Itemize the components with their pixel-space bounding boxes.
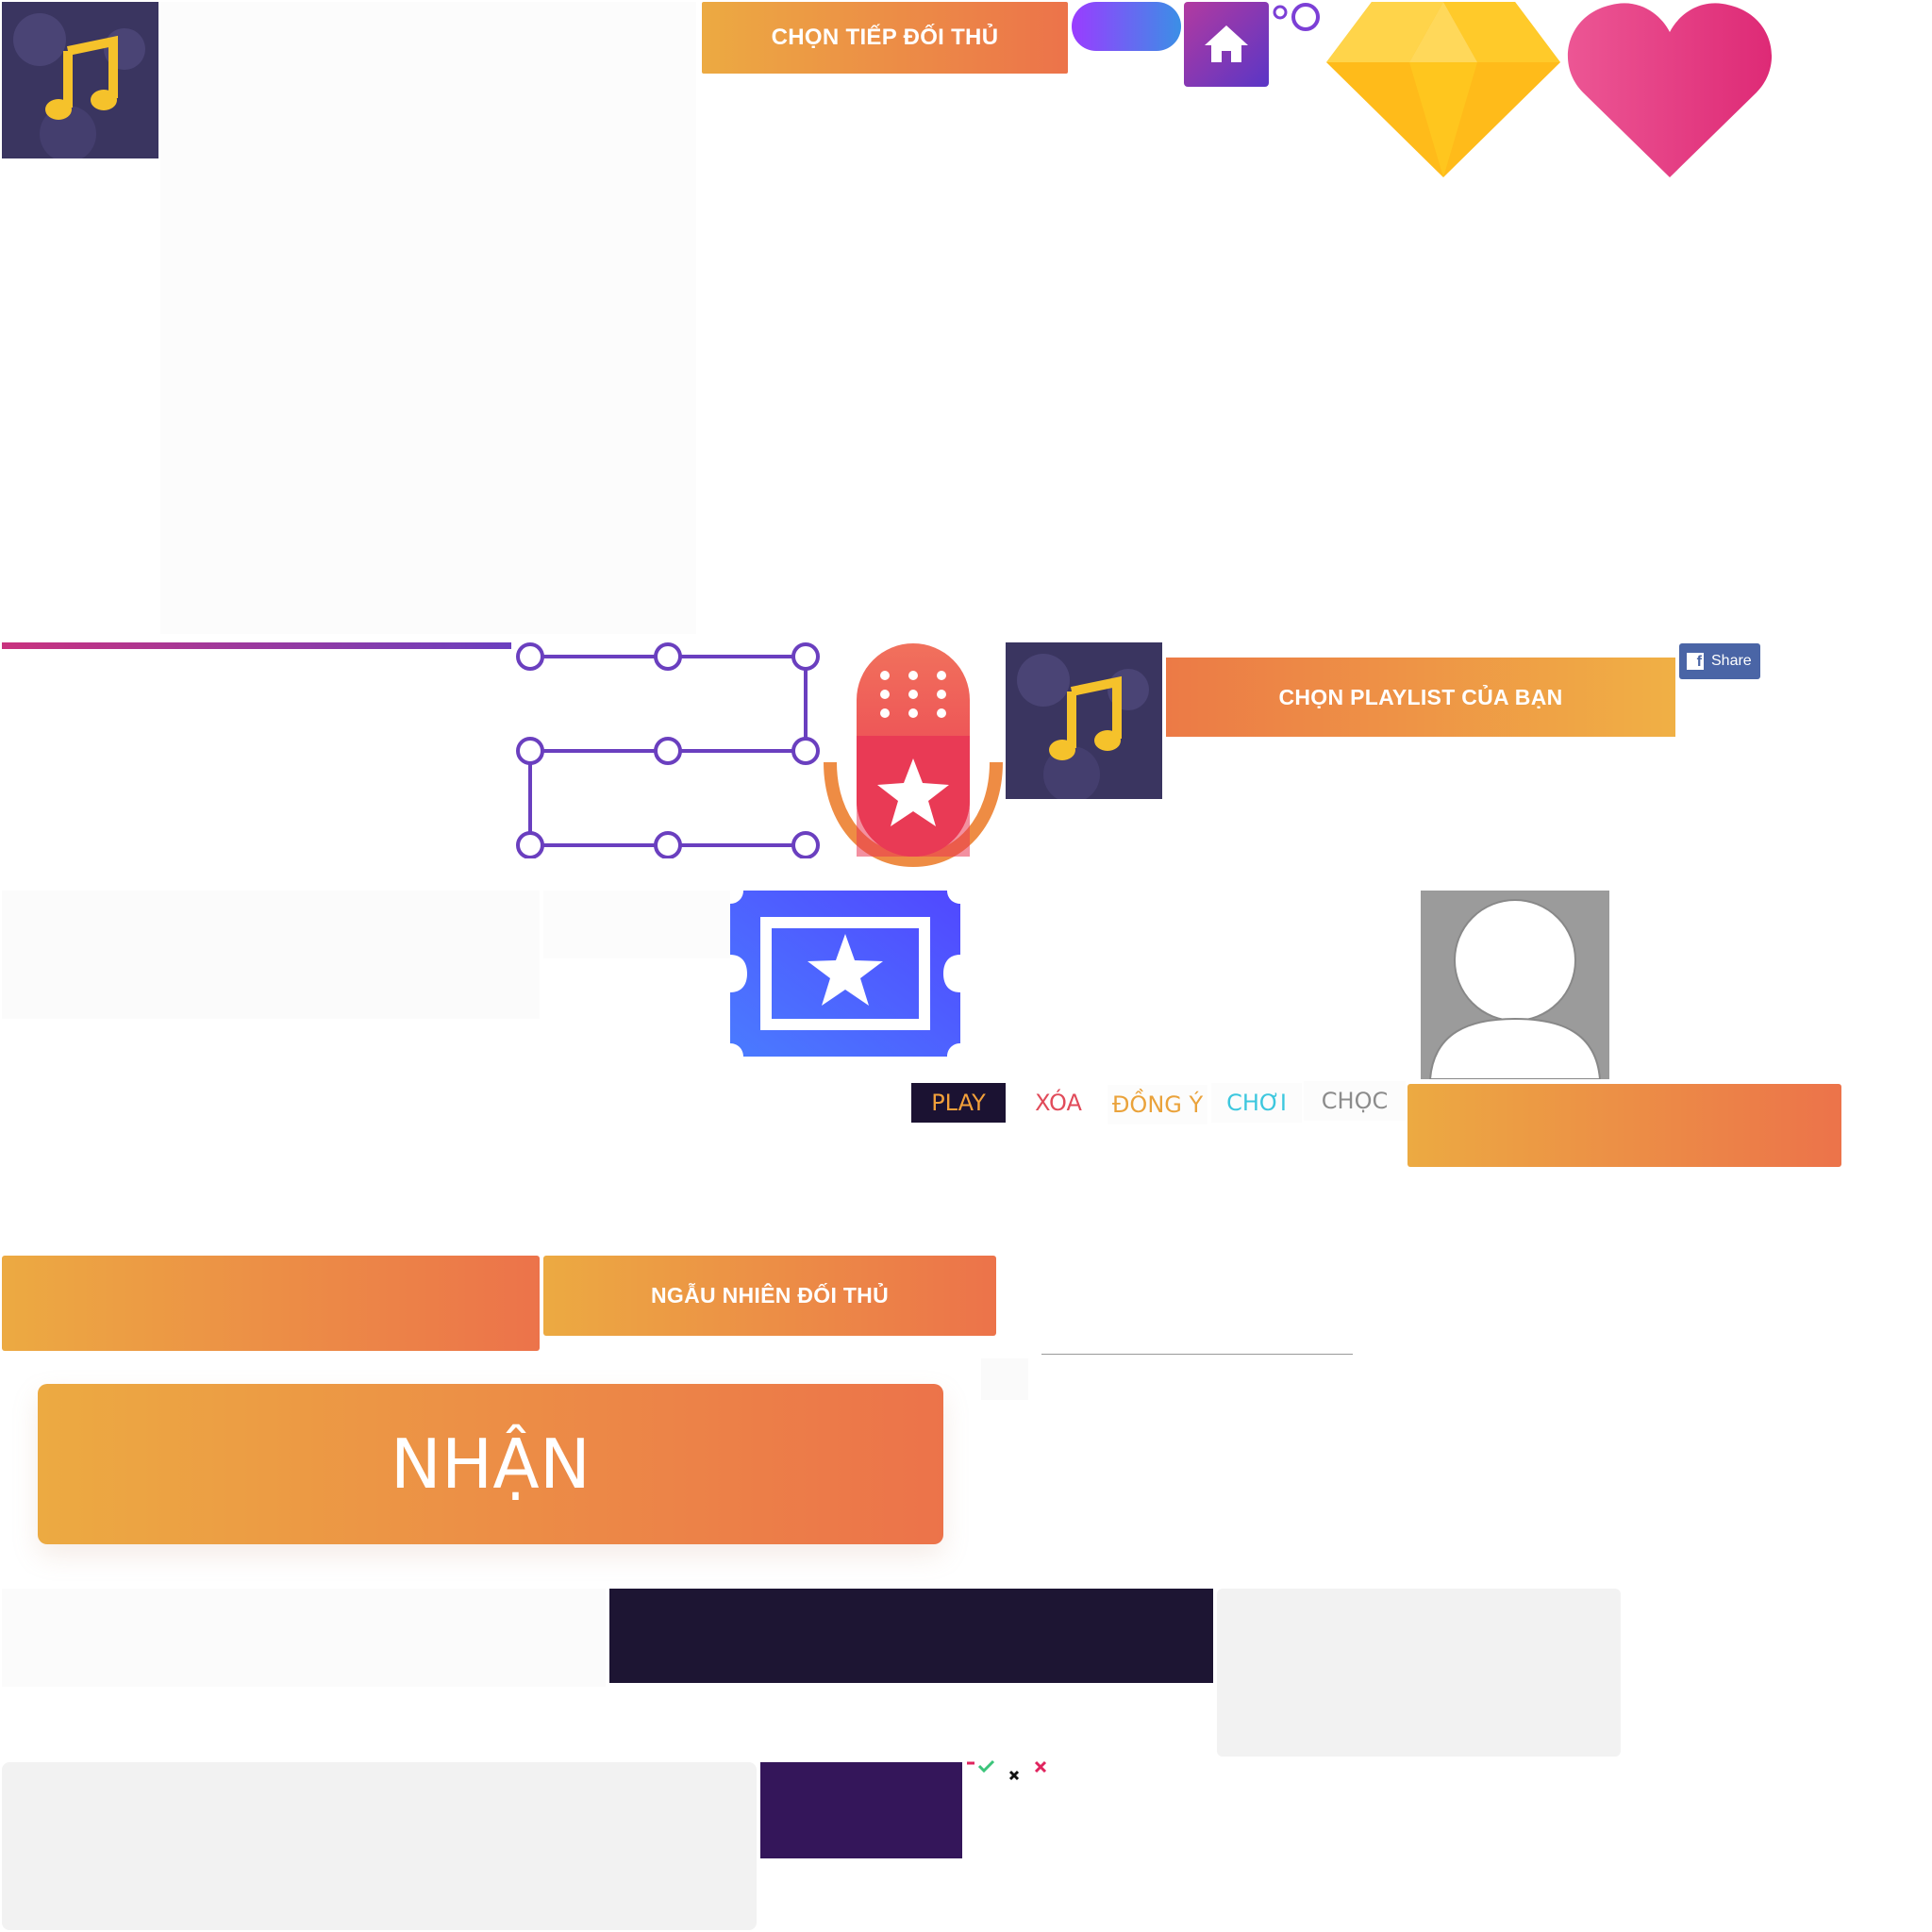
dark-purple-box [760,1762,962,1858]
heart-icon [1567,3,1773,177]
avatar-placeholder-icon [1428,899,1602,1079]
tab-play[interactable]: PLAY [911,1083,1006,1123]
tab-choc[interactable]: CHỌC [1304,1081,1406,1121]
home-icon [1205,25,1248,62]
diamond-icon [1326,2,1560,177]
check-icon [977,1759,995,1774]
tab-choi[interactable]: CHƠI [1211,1083,1302,1123]
music-note-icon [13,13,145,158]
blank-panel-left [2,891,540,1019]
dark-navy-bar [609,1589,1213,1683]
ring-dots-icon [1273,3,1320,31]
tab-xoa[interactable]: XÓA [1011,1083,1106,1123]
blank-sheet-top [160,2,696,634]
music-tile-middle [1006,642,1162,799]
fb-share-button[interactable]: f Share [1679,643,1760,679]
faint-square [981,1358,1028,1400]
blank-strip-left [2,1589,606,1687]
grey-panel-bottom [2,1762,757,1930]
thin-divider [1041,1354,1353,1355]
music-note-icon [1017,654,1149,799]
nhan-button[interactable]: NHẬN [38,1384,943,1544]
fb-share-label: Share [1711,653,1752,669]
close-icon [1034,1760,1047,1774]
home-button[interactable] [1184,2,1269,87]
ngau-nhien-doi-thu-button[interactable]: NGẪU NHIÊN ĐỐI THỦ [543,1256,996,1336]
avatar-placeholder [1421,891,1609,1079]
music-tile-top [2,2,158,158]
chon-tiep-doi-thu-button[interactable]: CHỌN TIẾP ĐỐI THỦ [702,2,1068,74]
ticket-star-icon [730,891,960,1057]
microphone-star-icon [824,643,1003,868]
chon-playlist-button[interactable]: CHỌN PLAYLIST CỦA BẠN [1166,658,1675,737]
status-marks [967,1759,1047,1781]
close-icon [1008,1770,1020,1781]
orange-bar-right[interactable] [1407,1084,1841,1167]
purple-pill[interactable] [1072,2,1181,51]
orange-bar-left[interactable] [2,1256,540,1351]
gradient-line [2,642,511,649]
grey-panel-right [1217,1589,1621,1757]
selection-frame-icon [516,642,820,858]
facebook-icon: f [1687,653,1704,670]
tab-dong-y[interactable]: ĐỒNG Ý [1108,1085,1208,1124]
blank-panel-center [543,891,730,958]
